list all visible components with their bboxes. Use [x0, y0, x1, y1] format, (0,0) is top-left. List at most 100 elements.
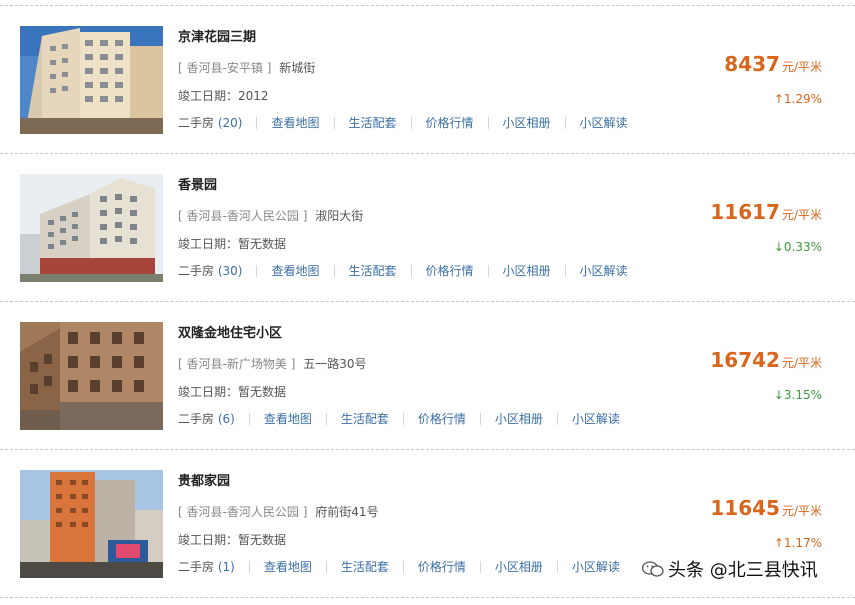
community-address: [ 香河县-新广场物美 ] 五一路30号: [178, 355, 366, 372]
address-bracket-open: [: [178, 357, 183, 371]
community-name[interactable]: 双隆金地住宅小区: [178, 322, 282, 341]
action-links: 二手房 (30) 查看地图 生活配套 价格行情 小区相册 小区解读: [178, 262, 628, 279]
view-map-link[interactable]: 查看地图: [271, 262, 319, 279]
photo-album-link[interactable]: 小区相册: [495, 410, 543, 427]
building-photo[interactable]: [20, 26, 163, 134]
address-street: 府前街41号: [315, 505, 379, 519]
completion-date: 竣工日期：暂无数据: [178, 237, 287, 251]
divider: [479, 412, 481, 425]
second-hand-label: 二手房: [178, 264, 215, 278]
community-review-link[interactable]: 小区解读: [572, 558, 620, 575]
price-change: ↓0.33%: [773, 240, 822, 254]
second-hand-count: (6): [217, 412, 235, 426]
building-photo-image: [20, 26, 163, 134]
divider: [325, 560, 327, 573]
price-unit: 元/平米: [781, 60, 822, 74]
divider: [556, 560, 558, 573]
second-hand-count: (1): [217, 560, 235, 574]
community-address: [ 香河县-香河人民公园 ] 淑阳大街: [178, 207, 363, 224]
address-region: 香河县-安平镇: [186, 61, 263, 75]
address-street: 五一路30号: [303, 357, 367, 371]
community-review-link[interactable]: 小区解读: [580, 262, 628, 279]
list-item: 双隆金地住宅小区 [ 香河县-新广场物美 ] 五一路30号 竣工日期：暂无数据 …: [0, 302, 855, 450]
watermark-text: 头条 @北三县快讯: [668, 560, 818, 581]
price-value: 11645: [710, 496, 780, 520]
divider: [410, 116, 412, 129]
divider: [564, 116, 566, 129]
divider: [556, 412, 558, 425]
divider: [256, 264, 258, 277]
unit-price: 11617 元/平米: [710, 200, 822, 224]
price-change: ↑1.17%: [773, 536, 822, 550]
address-bracket-open: [: [178, 61, 183, 75]
price-trend-link[interactable]: 价格行情: [418, 410, 466, 427]
amenities-link[interactable]: 生活配套: [341, 410, 389, 427]
address-region: 香河县-香河人民公园: [186, 209, 299, 223]
photo-album-link[interactable]: 小区相册: [495, 558, 543, 575]
view-map-link[interactable]: 查看地图: [264, 558, 312, 575]
wechat-icon: [642, 561, 664, 577]
address-street: 新城街: [279, 61, 316, 75]
building-photo[interactable]: [20, 322, 163, 430]
price-trend-link[interactable]: 价格行情: [426, 262, 474, 279]
address-bracket-close: ]: [266, 61, 272, 75]
second-hand-link[interactable]: 二手房 (20): [178, 114, 242, 131]
view-map-link[interactable]: 查看地图: [264, 410, 312, 427]
divider: [248, 412, 250, 425]
unit-price: 16742 元/平米: [710, 348, 822, 372]
photo-album-link[interactable]: 小区相册: [503, 262, 551, 279]
completion-date: 竣工日期：2012: [178, 89, 269, 103]
list-item: 香景园 [ 香河县-香河人民公园 ] 淑阳大街 竣工日期：暂无数据 二手房 (3…: [0, 154, 855, 302]
second-hand-label: 二手房: [178, 412, 215, 426]
community-address: [ 香河县-安平镇 ] 新城街: [178, 59, 315, 76]
community-name[interactable]: 香景园: [178, 174, 217, 193]
completion-date: 竣工日期：暂无数据: [178, 385, 287, 399]
address-bracket-close: ]: [302, 505, 308, 519]
unit-price: 8437 元/平米: [724, 52, 822, 76]
address-bracket-close: ]: [302, 209, 308, 223]
price-unit: 元/平米: [781, 504, 822, 518]
list-item: 京津花园三期 [ 香河县-安平镇 ] 新城街 竣工日期：2012 二手房 (20…: [0, 6, 855, 154]
divider: [479, 560, 481, 573]
community-review-link[interactable]: 小区解读: [572, 410, 620, 427]
building-photo-image: [20, 174, 163, 282]
address-region: 香河县-香河人民公园: [186, 505, 299, 519]
amenities-link[interactable]: 生活配套: [341, 558, 389, 575]
price-trend-link[interactable]: 价格行情: [426, 114, 474, 131]
divider: [248, 560, 250, 573]
second-hand-label: 二手房: [178, 116, 215, 130]
action-links: 二手房 (6) 查看地图 生活配套 价格行情 小区相册 小区解读: [178, 410, 620, 427]
divider: [410, 264, 412, 277]
price-value: 16742: [710, 348, 780, 372]
price-unit: 元/平米: [781, 356, 822, 370]
building-photo[interactable]: [20, 470, 163, 578]
divider: [402, 412, 404, 425]
community-name[interactable]: 京津花园三期: [178, 26, 256, 45]
community-address: [ 香河县-香河人民公园 ] 府前街41号: [178, 503, 378, 520]
photo-album-link[interactable]: 小区相册: [503, 114, 551, 131]
divider: [487, 264, 489, 277]
address-region: 香河县-新广场物美: [186, 357, 287, 371]
watermark: 头条 @北三县快讯: [642, 556, 818, 582]
action-links: 二手房 (20) 查看地图 生活配套 价格行情 小区相册 小区解读: [178, 114, 628, 131]
amenities-link[interactable]: 生活配套: [349, 114, 397, 131]
address-bracket-open: [: [178, 505, 183, 519]
price-trend-link[interactable]: 价格行情: [418, 558, 466, 575]
view-map-link[interactable]: 查看地图: [271, 114, 319, 131]
price-value: 8437: [724, 52, 780, 76]
price-change: ↑1.29%: [773, 92, 822, 106]
second-hand-link[interactable]: 二手房 (1): [178, 558, 235, 575]
second-hand-link[interactable]: 二手房 (6): [178, 410, 235, 427]
unit-price: 11645 元/平米: [710, 496, 822, 520]
building-photo-image: [20, 470, 163, 578]
divider: [487, 116, 489, 129]
divider: [256, 116, 258, 129]
amenities-link[interactable]: 生活配套: [349, 262, 397, 279]
second-hand-count: (20): [217, 116, 243, 130]
second-hand-count: (30): [217, 264, 243, 278]
second-hand-link[interactable]: 二手房 (30): [178, 262, 242, 279]
community-review-link[interactable]: 小区解读: [580, 114, 628, 131]
building-photo[interactable]: [20, 174, 163, 282]
divider: [333, 116, 335, 129]
community-name[interactable]: 贵都家园: [178, 470, 230, 489]
